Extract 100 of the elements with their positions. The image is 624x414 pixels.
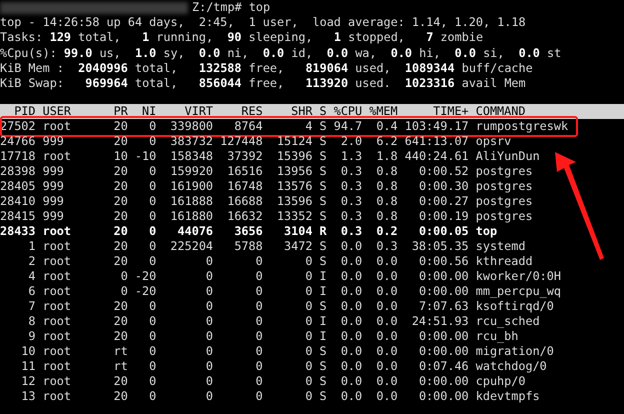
table-cell-text: kdevtmpfs bbox=[474, 389, 541, 404]
table-cell-text: S bbox=[318, 119, 327, 134]
table-cell-text: 0 bbox=[120, 284, 128, 300]
table-cell-text: 0 bbox=[148, 254, 156, 270]
table-cell-text: 16632 bbox=[226, 209, 263, 224]
table-cell-text: 13956 bbox=[276, 164, 312, 180]
table-cell-text: 20 bbox=[112, 299, 128, 314]
table-cell-text: 0 bbox=[254, 344, 263, 360]
table-cell-text: 0.0 bbox=[340, 284, 362, 300]
table-cell-text: 16516 bbox=[226, 164, 263, 180]
table-cell-text: 0.0 bbox=[340, 239, 362, 254]
table-cell-text: 0 bbox=[148, 344, 156, 360]
table-cell-text: 8764 bbox=[233, 119, 263, 134]
table-cell-text: 3472 bbox=[283, 239, 312, 254]
table-cell-text: root bbox=[42, 119, 72, 134]
table-cell-text: root bbox=[42, 299, 72, 314]
table-cell-text: 0.4 bbox=[375, 119, 398, 134]
table-cell-text: S bbox=[318, 254, 327, 270]
table-cell-text: 0 bbox=[204, 344, 214, 360]
table-cell-text: 0.0 bbox=[340, 374, 362, 390]
table-cell-text: 0.0 bbox=[375, 269, 398, 284]
table-cell-text: 999 bbox=[42, 179, 65, 194]
table-cell-text: 339800 bbox=[169, 119, 214, 134]
command-prompt: Z:/tmp# top bbox=[192, 0, 270, 16]
table-cell-text: 94.7 bbox=[332, 119, 362, 134]
table-cell-text: 0.0 bbox=[375, 299, 398, 314]
table-cell-text: 0.0 bbox=[340, 269, 362, 284]
table-cell-text: 641:13.07 bbox=[404, 134, 469, 150]
table-cell-text: 0 bbox=[148, 134, 156, 150]
table-cell-text: 9 bbox=[27, 329, 36, 344]
table-cell-text: 0 bbox=[148, 329, 156, 344]
table-cell-text: 0 bbox=[254, 299, 263, 314]
table-cell-text: root bbox=[42, 269, 72, 284]
table-cell-text: I bbox=[318, 284, 327, 300]
table-cell-text: 0 bbox=[204, 284, 214, 300]
table-cell-text: R bbox=[318, 224, 327, 240]
table-cell-text: mm_percpu_wq bbox=[474, 284, 562, 300]
table-cell-text: 4 bbox=[27, 269, 36, 284]
summary-line: KiB Swap: 969964 total, 856044 free, 113920 used. 1023316 avail Mem bbox=[0, 76, 527, 92]
table-cell-text: 0 bbox=[254, 329, 263, 344]
table-cell-text: 0:00.00 bbox=[418, 344, 469, 360]
table-cell-text: 0:00.00 bbox=[418, 374, 469, 390]
table-cell-text: 0.0 bbox=[340, 389, 362, 404]
table-cell-text: 0 bbox=[148, 164, 156, 180]
table-cell-text: 0 bbox=[204, 374, 214, 390]
table-cell-text: top bbox=[474, 224, 498, 240]
table-cell-text: 0 bbox=[254, 314, 263, 330]
table-cell-text: 0 bbox=[304, 344, 312, 360]
table-cell-text: 13576 bbox=[276, 179, 312, 194]
table-cell-text: 0.0 bbox=[340, 344, 362, 360]
table-cell-text: 0.0 bbox=[375, 284, 398, 300]
table-cell-text: -20 bbox=[134, 284, 156, 300]
table-cell-text: 3104 bbox=[283, 224, 312, 240]
table-cell-text: 4 bbox=[304, 119, 312, 134]
table-cell-text: 0 bbox=[204, 299, 214, 314]
table-cell-text: 10 bbox=[20, 344, 36, 360]
table-cell-text: 20 bbox=[112, 194, 128, 210]
table-cell-text: 383732 bbox=[169, 134, 214, 150]
table-cell-text: 0 bbox=[304, 254, 312, 270]
table-cell-text: 0.8 bbox=[375, 209, 398, 224]
table-cell-text: ksoftirqd/0 bbox=[474, 299, 555, 314]
table-cell-text: 24:51.93 bbox=[410, 314, 469, 330]
table-cell-text: 0 bbox=[254, 254, 263, 270]
table-cell-text: 15396 bbox=[276, 149, 312, 164]
table-cell-text: 0 bbox=[120, 269, 128, 284]
table-cell-text: 0.8 bbox=[375, 179, 398, 194]
table-cell-text: 0 bbox=[204, 389, 214, 404]
table-cell-text: S bbox=[318, 239, 327, 254]
table-cell-text: 11 bbox=[20, 359, 36, 374]
table-cell-text: I bbox=[318, 269, 327, 284]
table-cell-text: 0 bbox=[148, 359, 156, 374]
table-cell-text: 0 bbox=[204, 359, 214, 374]
table-cell: 24766 bbox=[0, 134, 36, 150]
table-cell-text: 0.2 bbox=[375, 224, 398, 240]
table-cell-text: 161880 bbox=[169, 209, 214, 224]
table-cell-text: root bbox=[42, 359, 72, 374]
table-cell-text: S bbox=[318, 149, 327, 164]
table-cell-text: AliYunDun bbox=[474, 149, 541, 164]
table-cell-text: 3656 bbox=[233, 224, 263, 240]
table-cell-text: 20 bbox=[112, 224, 128, 240]
table-cell-text: 0:00.30 bbox=[418, 179, 469, 194]
table-cell-text: 13596 bbox=[276, 194, 312, 210]
table-cell-text: 0.3 bbox=[340, 194, 362, 210]
table-cell-text: 0 bbox=[304, 359, 312, 374]
table-cell-text: 0:00.00 bbox=[418, 284, 469, 300]
table-cell-text: 0:00.27 bbox=[418, 194, 469, 210]
table-cell-text: 0.0 bbox=[375, 254, 398, 270]
table-cell-text: postgres bbox=[474, 179, 534, 194]
table-cell-text: rcu_bh bbox=[474, 329, 520, 344]
table-cell-text: 0.0 bbox=[375, 344, 398, 360]
table-cell-text: 0 bbox=[148, 194, 156, 210]
table-cell-text: -10 bbox=[134, 149, 156, 164]
table-cell-text: 0.0 bbox=[340, 359, 362, 374]
table-cell-text: 20 bbox=[112, 119, 128, 134]
table-cell-text: rt bbox=[112, 344, 128, 360]
table-cell-text: 2.0 bbox=[340, 134, 362, 150]
table-cell-text: 37392 bbox=[226, 149, 263, 164]
table-cell-text: S bbox=[318, 194, 327, 210]
table-cell-text: 0.3 bbox=[340, 209, 362, 224]
table-cell-text: 127448 bbox=[219, 134, 263, 150]
